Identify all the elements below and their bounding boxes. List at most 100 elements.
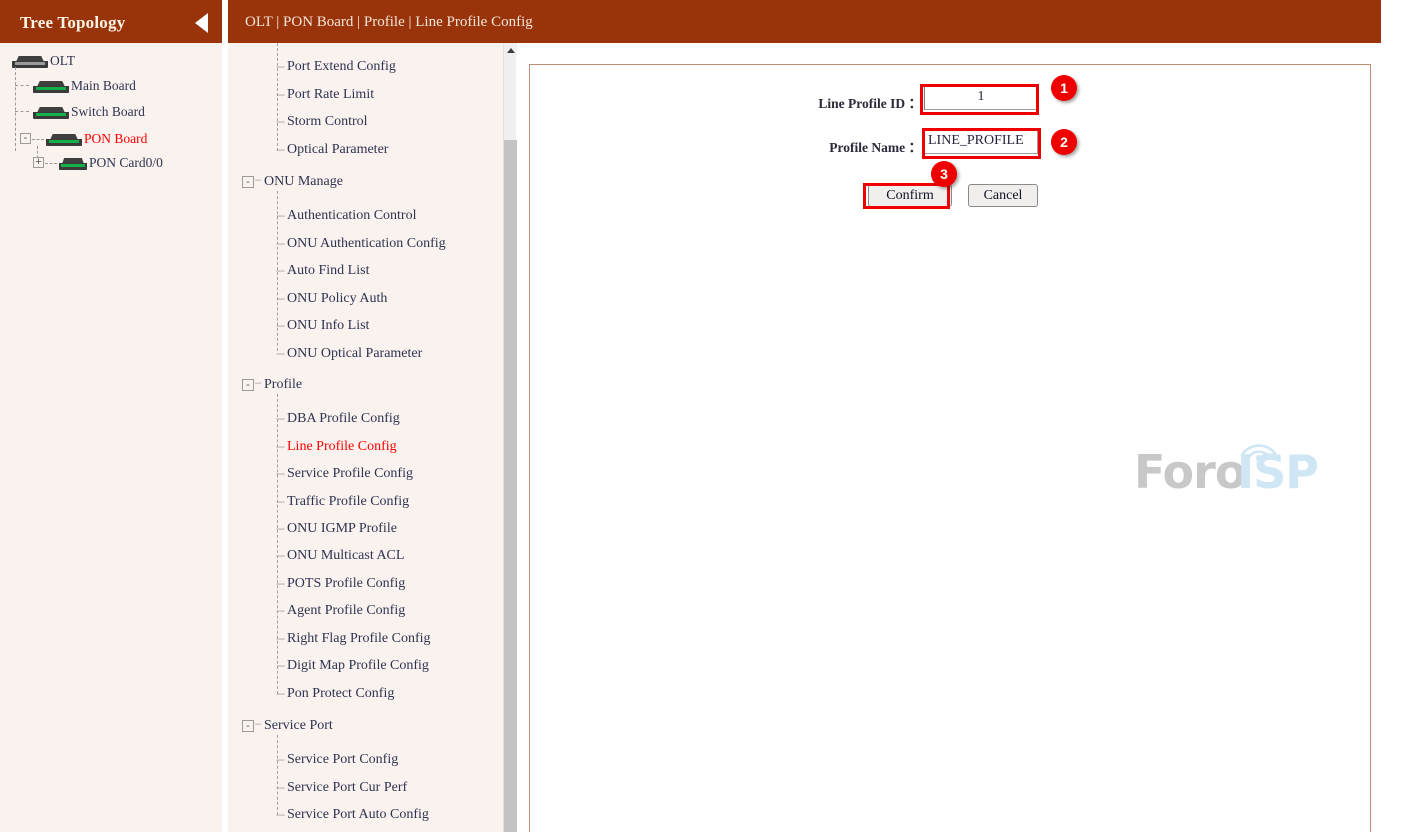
app-root: Tree Topology OLT Main Board Switch Boar… (0, 0, 1401, 832)
nav-item-service-port-config[interactable]: Service Port Config (287, 752, 398, 768)
nav-scrollbar-thumb[interactable] (504, 140, 517, 832)
tree-connector (15, 111, 29, 112)
nav-elbow: --- (276, 550, 285, 562)
device-board-icon (33, 80, 69, 93)
line-profile-id-input[interactable] (924, 84, 1038, 110)
nav-elbow: --- (276, 660, 285, 672)
nav-group-onu-manage[interactable]: ONU Manage (264, 174, 343, 190)
nav-item-onu-policy-auth[interactable]: ONU Policy Auth (287, 291, 387, 307)
tree-node-label: PON Board (84, 131, 148, 146)
nav-elbow: --- (276, 61, 285, 73)
nav-toggle-onu-manage[interactable]: - (242, 176, 254, 188)
nav-group-profile[interactable]: Profile (264, 377, 302, 393)
tree-node-switch-board[interactable]: Switch Board (33, 103, 145, 121)
nav-elbow: --- (276, 782, 285, 794)
nav-item-optical-parameter[interactable]: Optical Parameter (287, 142, 388, 158)
nav-group-service-port[interactable]: Service Port (264, 718, 333, 734)
breadcrumb: OLT | PON Board | Profile | Line Profile… (245, 14, 533, 30)
confirm-button[interactable]: Confirm (868, 184, 952, 207)
nav-toggle-service-port[interactable]: - (242, 720, 254, 732)
nav-elbow: --- (276, 809, 285, 821)
nav-elbow: --- (276, 523, 285, 535)
nav-item-storm-control[interactable]: Storm Control (287, 114, 368, 130)
tree-topology-panel: Tree Topology OLT Main Board Switch Boar… (0, 0, 222, 832)
nav-item-port-extend-config[interactable]: Port Extend Config (287, 59, 396, 75)
device-poncard-icon (59, 157, 87, 170)
nav-elbow: --- (276, 238, 285, 250)
caret-up-icon[interactable] (504, 43, 517, 57)
nav-elbow: --- (276, 413, 285, 425)
nav-item-dba-profile-config[interactable]: DBA Profile Config (287, 411, 400, 427)
nav-item-service-port-auto-config[interactable]: Service Port Auto Config (287, 807, 429, 823)
nav-elbow: --- (276, 116, 285, 128)
nav-elbow: --- (276, 688, 285, 700)
nav-elbow: --- (276, 210, 285, 222)
device-board-icon (33, 106, 69, 119)
tree-node-label: PON Card0/0 (89, 155, 163, 170)
nav-elbow: – (255, 174, 261, 186)
nav-connector (277, 394, 278, 694)
top-breadcrumb-bar: OLT | PON Board | Profile | Line Profile… (228, 0, 1381, 43)
nav-item-port-rate-limit[interactable]: Port Rate Limit (287, 87, 374, 103)
nav-elbow: --- (276, 468, 285, 480)
nav-item-service-profile-config[interactable]: Service Profile Config (287, 466, 413, 482)
nav-item-onu-authentication-config[interactable]: ONU Authentication Config (287, 236, 446, 252)
nav-toggle-profile[interactable]: - (242, 379, 254, 391)
nav-elbow: --- (276, 320, 285, 332)
tree-node-main-board[interactable]: Main Board (33, 77, 136, 95)
device-board-icon (46, 133, 82, 146)
annotation-badge-1: 1 (1051, 75, 1077, 101)
caret-left-icon[interactable] (195, 13, 208, 33)
nav-item-onu-igmp-profile[interactable]: ONU IGMP Profile (287, 521, 397, 537)
tree-connector (15, 85, 29, 86)
tree-topology-title: Tree Topology (20, 13, 126, 32)
nav-item-onu-optical-parameter[interactable]: ONU Optical Parameter (287, 346, 422, 362)
nav-item-onu-info-list[interactable]: ONU Info List (287, 318, 369, 334)
nav-elbow: – (255, 718, 261, 730)
nav-item-digit-map-profile-config[interactable]: Digit Map Profile Config (287, 658, 429, 674)
nav-item-service-port-cur-perf[interactable]: Service Port Cur Perf (287, 780, 407, 796)
nav-item-pots-profile-config[interactable]: POTS Profile Config (287, 576, 405, 592)
watermark-text-secondary: ISP (1237, 445, 1319, 499)
tree-toggle-pon-board[interactable]: - (20, 133, 31, 144)
nav-item-auto-find-list[interactable]: Auto Find List (287, 263, 369, 279)
nav-elbow: --- (276, 496, 285, 508)
tree-topology-body: OLT Main Board Switch Board - PON Board … (0, 43, 222, 832)
nav-item-onu-multicast-acl[interactable]: ONU Multicast ACL (287, 548, 404, 564)
navigation-menu: --- Port Extend Config --- Port Rate Lim… (228, 43, 516, 832)
nav-item-line-profile-config[interactable]: Line Profile Config (287, 439, 397, 455)
nav-elbow: --- (276, 293, 285, 305)
nav-elbow: --- (276, 89, 285, 101)
nav-item-pon-protect-config[interactable]: Pon Protect Config (287, 686, 394, 702)
nav-elbow: – (255, 377, 261, 389)
tree-connector (15, 67, 16, 151)
tree-node-pon-card[interactable]: PON Card0/0 (59, 154, 163, 172)
nav-elbow: --- (276, 754, 285, 766)
tree-connector (32, 139, 44, 140)
nav-connector (277, 735, 278, 815)
annotation-badge-2: 2 (1051, 129, 1077, 155)
nav-elbow: --- (276, 441, 285, 453)
wifi-arcs-icon (1240, 444, 1278, 461)
cancel-button[interactable]: Cancel (968, 184, 1038, 207)
device-olt-icon (12, 55, 48, 68)
nav-elbow: --- (276, 144, 285, 156)
nav-scrollbar[interactable] (503, 43, 517, 832)
tree-connector (45, 163, 57, 164)
profile-name-label: Profile Name ： (829, 140, 922, 155)
tree-node-olt[interactable]: OLT (12, 52, 75, 70)
tree-node-label: Main Board (71, 78, 136, 93)
nav-item-traffic-profile-config[interactable]: Traffic Profile Config (287, 494, 409, 510)
tree-toggle-pon-card[interactable]: + (33, 157, 44, 168)
nav-elbow: --- (276, 633, 285, 645)
nav-elbow: --- (276, 578, 285, 590)
tree-topology-header: Tree Topology (0, 0, 222, 43)
nav-item-right-flag-profile-config[interactable]: Right Flag Profile Config (287, 631, 431, 647)
nav-item-authentication-control[interactable]: Authentication Control (287, 208, 416, 224)
nav-item-agent-profile-config[interactable]: Agent Profile Config (287, 603, 405, 619)
tree-node-pon-board[interactable]: PON Board (46, 130, 147, 148)
nav-elbow: --- (276, 265, 285, 277)
tree-node-label: OLT (50, 53, 76, 68)
profile-name-input[interactable] (924, 128, 1038, 154)
foroisp-watermark: Foro ISP (1134, 435, 1329, 505)
